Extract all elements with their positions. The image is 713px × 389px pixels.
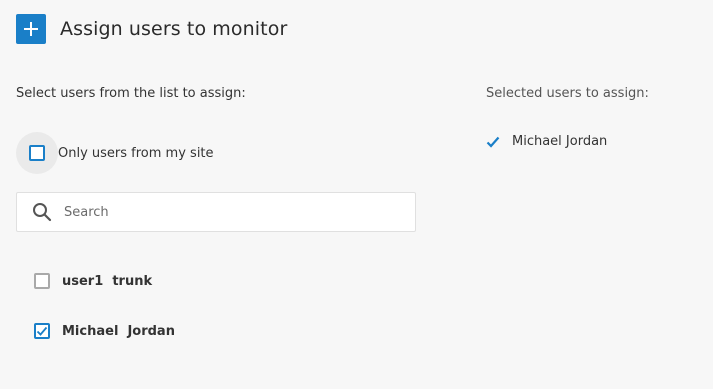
selected-users-heading: Selected users to assign: <box>486 86 649 101</box>
user-checkbox[interactable] <box>34 273 50 289</box>
plus-icon <box>24 22 38 36</box>
site-filter-checkbox-box[interactable] <box>29 145 45 161</box>
user-list: user1 trunk Michael Jordan <box>16 268 416 368</box>
available-users-section: Select users from the list to assign: On… <box>16 86 416 339</box>
instruction-label: Select users from the list to assign: <box>16 86 246 101</box>
checkmark-icon <box>36 326 48 336</box>
selected-users-section: Selected users to assign: Michael Jordan <box>486 86 706 149</box>
search-icon <box>32 202 52 222</box>
search-box[interactable] <box>16 192 416 232</box>
user-name: user1 trunk <box>62 273 153 289</box>
list-item[interactable]: user1 trunk <box>16 268 416 294</box>
add-button[interactable] <box>16 14 46 44</box>
site-filter-checkbox[interactable]: Only users from my site <box>16 132 214 174</box>
page-title: Assign users to monitor <box>60 18 288 40</box>
checkbox-focus-halo <box>16 132 58 174</box>
list-item[interactable]: Michael Jordan <box>16 318 416 344</box>
search-input[interactable] <box>62 203 386 221</box>
selected-user-item: Michael Jordan <box>486 134 607 149</box>
panel-header: Assign users to monitor <box>16 14 287 44</box>
selected-user-name: Michael Jordan <box>512 134 608 149</box>
site-filter-label: Only users from my site <box>58 145 214 161</box>
user-name: Michael Jordan <box>62 323 175 339</box>
checkmark-icon <box>486 136 500 148</box>
user-checkbox[interactable] <box>34 323 50 339</box>
assign-users-panel: Assign users to monitor Select users fro… <box>0 0 713 389</box>
